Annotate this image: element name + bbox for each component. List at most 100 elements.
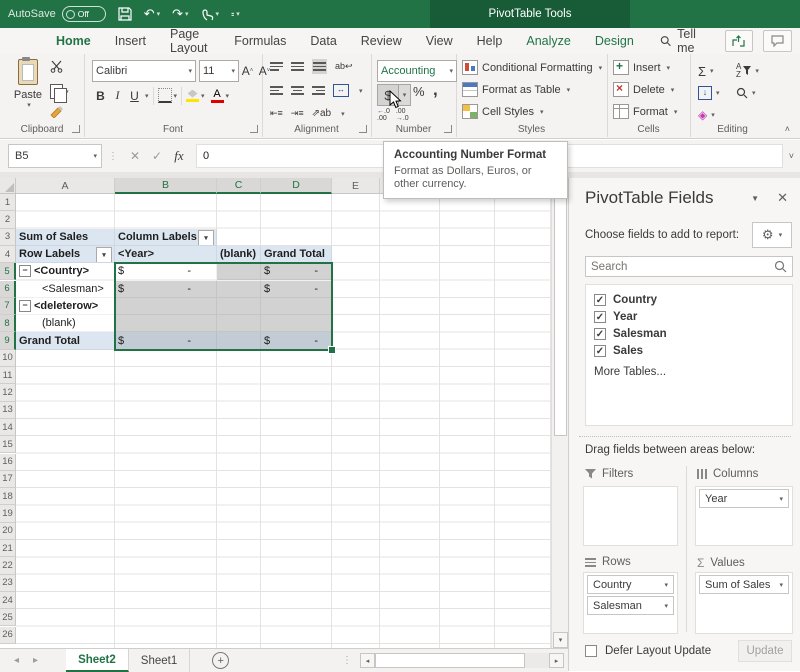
previous-sheet-button[interactable]: ◂ xyxy=(14,655,19,666)
filter-dropdown-icon[interactable]: ▾ xyxy=(96,247,112,263)
fill-button[interactable]: ↓▾ xyxy=(698,82,736,104)
merge-center-icon[interactable]: ↔ xyxy=(333,84,349,97)
cell-b3[interactable]: Column Labels▾ xyxy=(115,229,217,246)
clipboard-dialog-launcher[interactable] xyxy=(72,125,80,133)
row-header-14[interactable]: 14 xyxy=(0,419,16,436)
pane-close-icon[interactable]: ✕ xyxy=(777,190,788,206)
cell-b5[interactable]: $- xyxy=(115,263,217,280)
number-dialog-launcher[interactable] xyxy=(444,125,452,133)
row-header-16[interactable]: 16 xyxy=(0,454,16,471)
cell-d5[interactable]: $- xyxy=(261,263,332,280)
horizontal-scrollbar-thumb[interactable] xyxy=(375,653,525,668)
row-header-13[interactable]: 13 xyxy=(0,402,16,419)
fill-color-button[interactable] xyxy=(186,90,199,102)
cell-a9[interactable]: Grand Total xyxy=(16,332,115,349)
field-checkbox-year[interactable]: ✓ xyxy=(594,311,606,323)
customize-quick-access-dropdown-icon[interactable]: ▾ xyxy=(236,10,240,18)
find-select-button[interactable]: ▾ xyxy=(736,82,774,104)
name-box[interactable]: B5 ▾ xyxy=(8,144,102,168)
row-header-25[interactable]: 25 xyxy=(0,609,16,626)
row-header-6[interactable]: 6 xyxy=(0,281,16,298)
copy-button[interactable]: ▾ xyxy=(50,84,69,99)
cell-a7[interactable]: −<deleterow> xyxy=(16,298,115,315)
field-country[interactable]: ✓Country xyxy=(594,291,784,308)
tab-home[interactable]: Home xyxy=(44,28,103,57)
formula-bar-splitter[interactable]: ⋮ xyxy=(108,151,118,162)
top-align-icon[interactable] xyxy=(270,60,283,73)
format-painter-button[interactable] xyxy=(50,105,69,123)
column-header-a[interactable]: A xyxy=(16,178,115,194)
cell-a5[interactable]: −<Country> xyxy=(16,263,115,280)
row-header-20[interactable]: 20 xyxy=(0,523,16,540)
sheet-tab-sheet1[interactable]: Sheet1 xyxy=(129,649,190,672)
field-checkbox-sales[interactable]: ✓ xyxy=(594,345,606,357)
horizontal-splitter[interactable]: ⋮ xyxy=(342,655,352,666)
pill-dropdown-icon[interactable]: ▾ xyxy=(664,602,668,610)
font-color-button[interactable]: A xyxy=(211,89,224,103)
touch-mode-button[interactable]: ▾ xyxy=(201,7,220,21)
share-button[interactable] xyxy=(725,30,754,52)
tell-me-box[interactable]: Tell me xyxy=(660,27,715,55)
pill-dropdown-icon[interactable]: ▾ xyxy=(779,495,783,503)
customize-quick-access-button[interactable]: ⹀▾ xyxy=(231,7,240,21)
name-box-dropdown-icon[interactable]: ▾ xyxy=(93,152,97,160)
tab-insert[interactable]: Insert xyxy=(103,28,158,54)
row-header-24[interactable]: 24 xyxy=(0,592,16,609)
columns-well[interactable]: Year▾ xyxy=(695,486,793,546)
search-input[interactable]: Search xyxy=(585,256,793,277)
row-header-18[interactable]: 18 xyxy=(0,488,16,505)
cell-b9[interactable]: $- xyxy=(115,332,217,349)
cell-d8[interactable] xyxy=(261,315,332,332)
sheet-tab-sheet2[interactable]: Sheet2 xyxy=(66,649,129,672)
row-header-19[interactable]: 19 xyxy=(0,505,16,522)
row-header-22[interactable]: 22 xyxy=(0,557,16,574)
more-tables-link[interactable]: More Tables... xyxy=(594,366,784,378)
number-format-dropdown-icon[interactable]: ▾ xyxy=(449,67,453,75)
row-header-7[interactable]: 7 xyxy=(0,298,16,315)
horizontal-scrollbar-track[interactable] xyxy=(525,653,549,668)
next-sheet-button[interactable]: ▸ xyxy=(33,655,38,666)
underline-button[interactable]: U xyxy=(126,86,143,105)
filter-dropdown-icon[interactable]: ▾ xyxy=(198,230,214,246)
font-size-dropdown-icon[interactable]: ▾ xyxy=(231,67,235,75)
middle-align-icon[interactable] xyxy=(291,60,304,73)
scroll-left-button[interactable]: ◂ xyxy=(360,653,375,668)
row-header-8[interactable]: 8 xyxy=(0,315,16,332)
cancel-button[interactable]: ✕ xyxy=(124,145,146,167)
cell-styles-button[interactable]: Cell Styles▾ xyxy=(462,103,602,120)
cell-a6[interactable]: <Salesman> xyxy=(16,281,115,298)
italic-button[interactable]: I xyxy=(109,86,126,105)
borders-icon[interactable] xyxy=(158,88,172,103)
orientation-dropdown-icon[interactable]: ▾ xyxy=(341,110,345,118)
delete-cells-button[interactable]: Delete▾ xyxy=(613,81,677,98)
tab-analyze[interactable]: Analyze xyxy=(514,28,582,54)
font-name-combo[interactable]: Calibri▾ xyxy=(92,60,196,82)
cell-b6[interactable]: $- xyxy=(115,281,217,298)
pill-dropdown-icon[interactable]: ▾ xyxy=(664,581,668,589)
cell-d6[interactable]: $- xyxy=(261,281,332,298)
align-left-icon[interactable] xyxy=(270,84,283,97)
orientation-icon[interactable]: ⇗ab xyxy=(312,108,332,119)
format-cells-button[interactable]: Format▾ xyxy=(613,103,677,120)
font-color-dropdown-icon[interactable]: ▾ xyxy=(226,92,230,100)
filters-well[interactable] xyxy=(583,486,678,546)
increase-indent-icon[interactable]: ⇥≡ xyxy=(291,108,304,119)
percent-style-button[interactable]: % xyxy=(413,84,425,99)
tab-help[interactable]: Help xyxy=(465,28,515,54)
autosave-toggle[interactable]: Off xyxy=(62,6,106,22)
font-dialog-launcher[interactable] xyxy=(250,125,258,133)
cell-c6[interactable] xyxy=(217,281,261,298)
wrap-text-icon[interactable]: ab↩ xyxy=(335,61,353,72)
comma-style-button[interactable]: , xyxy=(433,80,438,100)
redo-button[interactable]: ↷▾ xyxy=(172,6,188,22)
clear-button[interactable]: ◈▾ xyxy=(698,104,736,126)
tab-formulas[interactable]: Formulas xyxy=(222,28,298,54)
format-as-table-button[interactable]: Format as Table▾ xyxy=(462,81,602,98)
column-header-b[interactable]: B xyxy=(115,178,217,194)
row-header-5[interactable]: 5 xyxy=(0,263,16,280)
field-checkbox-salesman[interactable]: ✓ xyxy=(594,328,606,340)
vertical-scrollbar-thumb[interactable] xyxy=(554,196,567,436)
tools-button[interactable]: ⚙▾ xyxy=(752,222,792,248)
row-header-1[interactable]: 1 xyxy=(0,194,16,211)
update-button[interactable]: Update xyxy=(738,640,792,662)
